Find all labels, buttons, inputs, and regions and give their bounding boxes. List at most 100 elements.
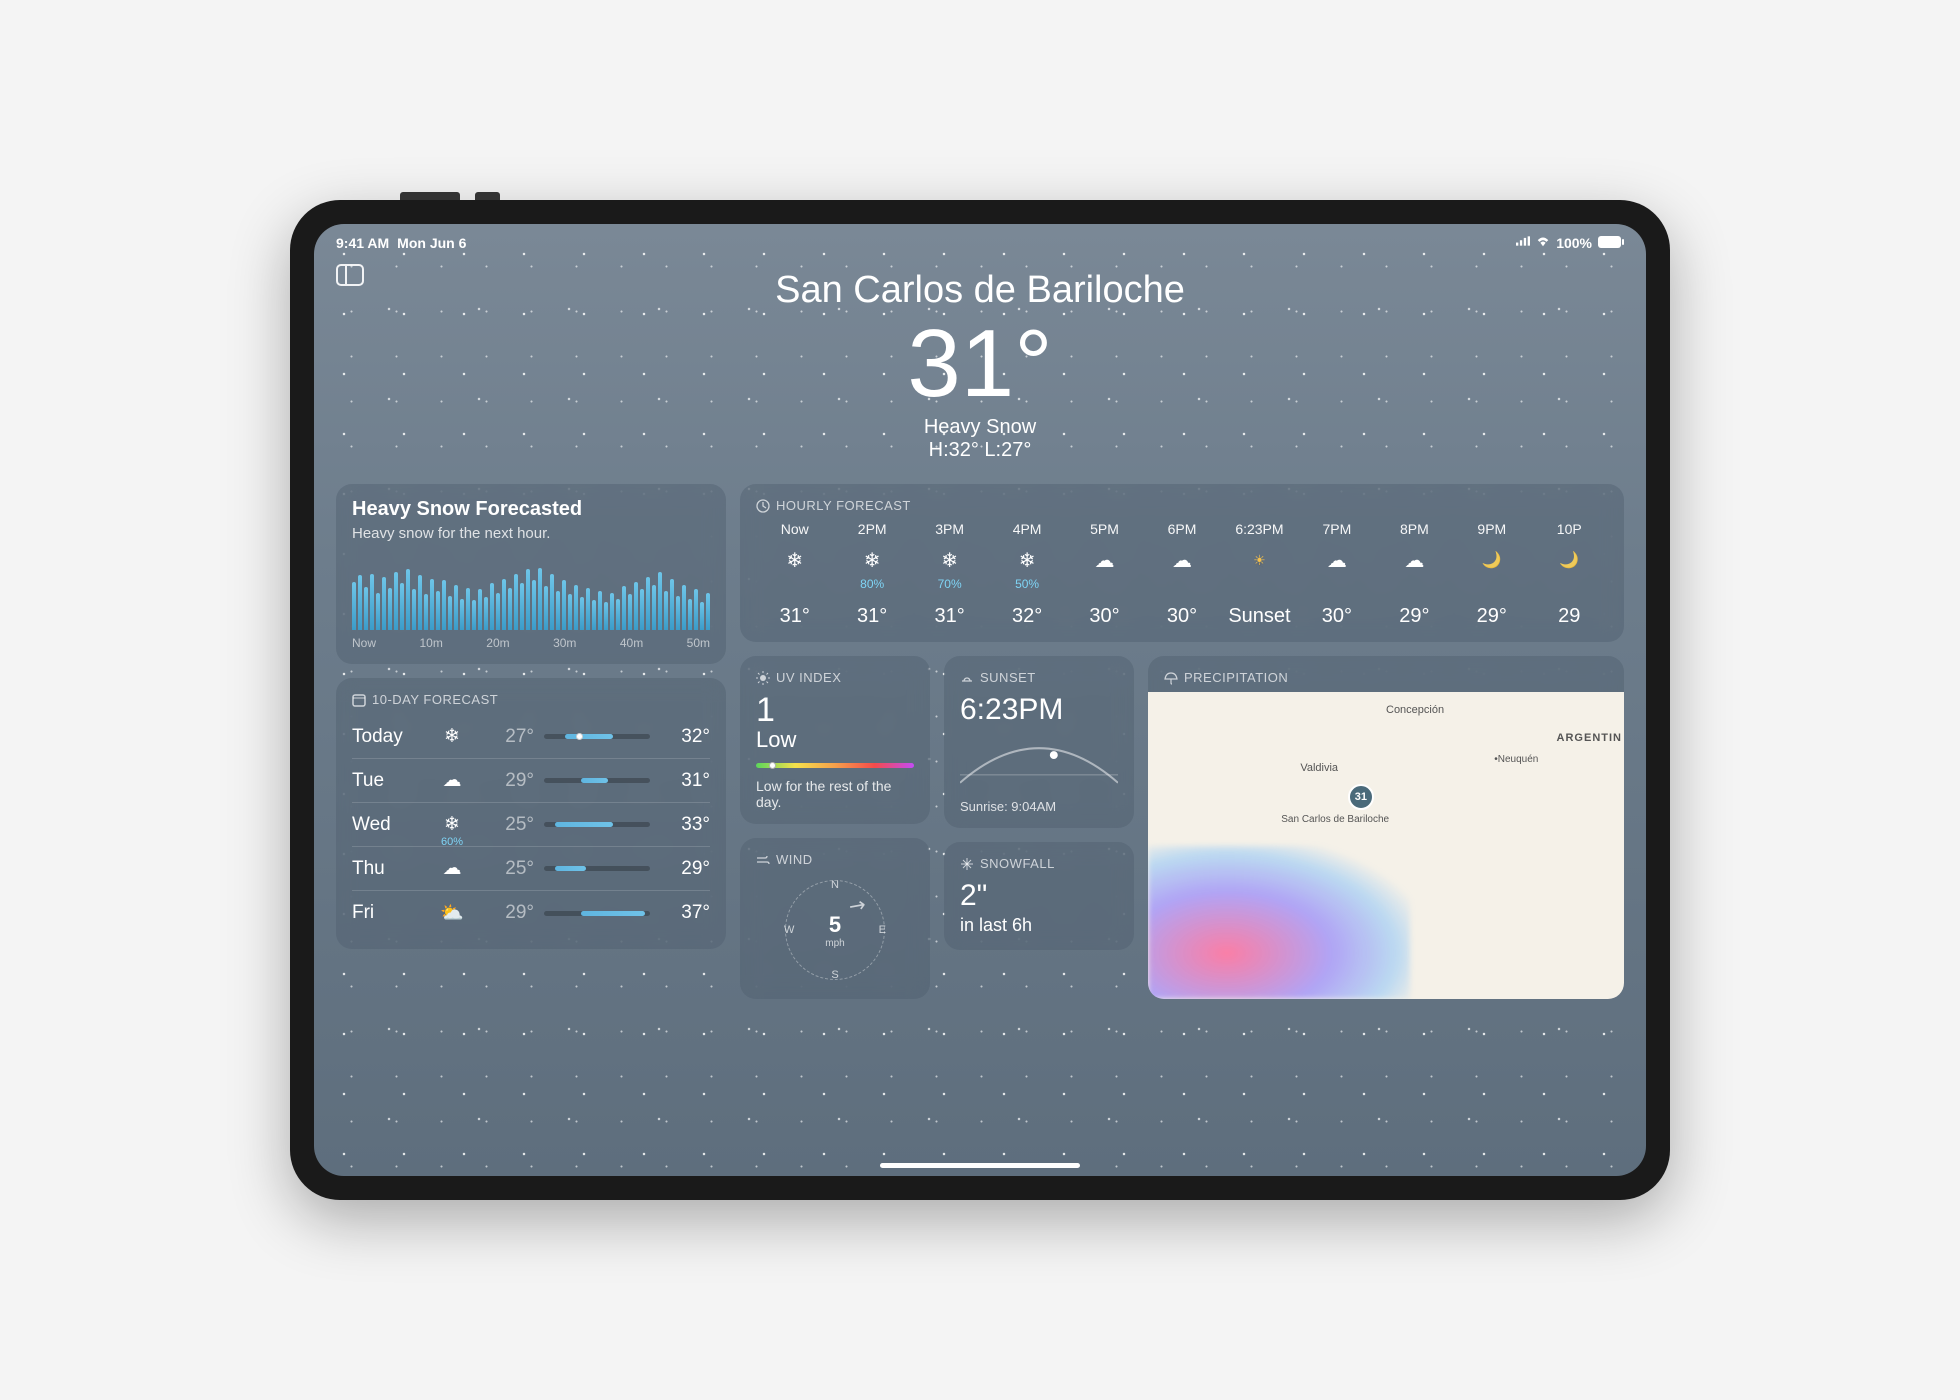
tenday-row[interactable]: Tue 29° 31° — [352, 758, 710, 802]
wind-speed: 5 — [825, 912, 844, 938]
uv-title: UV INDEX — [776, 670, 841, 685]
wifi-icon — [1536, 234, 1550, 251]
current-temperature: 31° — [314, 316, 1646, 412]
uv-label: Low — [756, 727, 914, 753]
home-indicator[interactable] — [880, 1163, 1080, 1168]
map-city-label: Valdivia — [1300, 762, 1338, 774]
tenday-title: 10-DAY FORECAST — [372, 692, 498, 707]
precip-bar — [544, 586, 548, 630]
precip-bar — [610, 593, 614, 630]
hourly-item[interactable]: 9PM 29° — [1453, 521, 1530, 628]
mooncloud-icon — [1298, 545, 1375, 575]
battery-percent: 100% — [1556, 235, 1592, 251]
precip-bar — [352, 582, 356, 630]
precip-bar — [478, 589, 482, 630]
precip-bar — [676, 596, 680, 630]
sidebar-toggle-button[interactable] — [336, 264, 364, 286]
hourly-item[interactable]: 4PM 50% 32° — [988, 521, 1065, 628]
precip-bar — [502, 579, 506, 630]
tenday-row[interactable]: Fri 29° 37° — [352, 890, 710, 935]
precip-bar — [436, 591, 440, 630]
precip-bar — [556, 591, 560, 630]
precip-bar — [382, 577, 386, 630]
wind-icon — [756, 853, 770, 867]
tenday-row[interactable]: Thu 25° 29° — [352, 846, 710, 890]
snowfall-label: in last 6h — [960, 915, 1118, 936]
cloud-icon — [430, 769, 474, 792]
precip-bar — [622, 586, 626, 630]
hourly-item[interactable]: 5PM 30° — [1066, 521, 1143, 628]
map-city-label: •Neuquén — [1494, 754, 1538, 765]
mooncloud-icon — [1376, 545, 1453, 575]
precip-bar — [688, 599, 692, 630]
precip-bar — [568, 594, 572, 630]
precip-bar — [466, 588, 470, 630]
snowfall-title: SNOWFALL — [980, 856, 1055, 871]
status-time: 9:41 AM — [336, 235, 389, 251]
precip-bar — [706, 593, 710, 630]
hourly-item[interactable]: 6:23PM Sunset — [1221, 521, 1298, 628]
tenday-row[interactable]: Today 27° 32° — [352, 715, 710, 758]
snowfall-card[interactable]: SNOWFALL 2" in last 6h — [944, 842, 1134, 950]
precip-bar — [400, 583, 404, 630]
hourly-item[interactable]: 3PM 70% 31° — [911, 521, 988, 628]
hourly-item[interactable]: 7PM 30° — [1298, 521, 1375, 628]
precip-bar — [490, 583, 494, 630]
sunset-arc — [960, 733, 1118, 793]
tenday-row[interactable]: Wed 60% 25° 33° — [352, 802, 710, 846]
precip-bar — [370, 574, 374, 630]
screen: 9:41 AM Mon Jun 6 100% San Carlos de Bar… — [314, 224, 1646, 1176]
precip-bar — [448, 596, 452, 630]
hourly-item[interactable]: 6PM 30° — [1143, 521, 1220, 628]
wind-unit: mph — [825, 938, 844, 949]
moon-icon — [1453, 545, 1530, 575]
precip-chart-axis: Now10m20m30m40m50m — [352, 636, 710, 650]
uv-value: 1 — [756, 693, 914, 727]
precip-bar — [664, 591, 668, 630]
clock-icon — [756, 499, 770, 513]
precip-bar — [562, 580, 566, 630]
current-condition: Heavy Snow — [314, 416, 1646, 439]
precip-bar — [388, 588, 392, 630]
snow-icon: 60% — [430, 813, 474, 836]
hourly-item[interactable]: Now 31° — [756, 521, 833, 628]
precip-bar — [592, 600, 596, 630]
sunset-card[interactable]: SUNSET 6:23PM Sunrise: 9:04AM — [944, 656, 1134, 828]
map-body[interactable]: Concepción Valdivia •Neuquén ARGENTIN 31… — [1148, 692, 1624, 999]
precip-bar — [514, 574, 518, 630]
battery-icon — [1598, 235, 1624, 251]
precip-bar — [652, 585, 656, 630]
snowfall-value: 2" — [960, 879, 1118, 913]
uv-scale-bar — [756, 763, 914, 768]
precip-bar — [394, 572, 398, 630]
precip-bar — [670, 579, 674, 630]
map-pin-label: San Carlos de Bariloche — [1281, 814, 1389, 825]
precip-bar — [628, 594, 632, 630]
sunset-time: 6:23PM — [960, 693, 1118, 727]
precip-bar — [538, 568, 542, 630]
precip-title: Heavy Snow Forecasted — [352, 498, 710, 521]
precip-bar — [364, 587, 368, 630]
precipmap-title: PRECIPITATION — [1184, 670, 1288, 685]
moon-icon — [1531, 545, 1608, 575]
precip-forecast-card[interactable]: Heavy Snow Forecasted Heavy snow for the… — [336, 484, 726, 664]
map-pin[interactable]: 31 — [1348, 784, 1374, 810]
uv-index-card[interactable]: UV INDEX 1 Low Low for the rest of the d… — [740, 656, 930, 824]
snow-icon — [911, 545, 988, 575]
wind-card[interactable]: WIND NSEW ↗ 5 mph — [740, 838, 930, 999]
hourly-item[interactable]: 8PM 29° — [1376, 521, 1453, 628]
status-date: Mon Jun 6 — [397, 235, 466, 251]
tenday-forecast-card[interactable]: 10-DAY FORECAST Today 27° 32°Tue 29° 31°… — [336, 678, 726, 949]
weather-header: San Carlos de Bariloche 31° Heavy Snow H… — [314, 251, 1646, 484]
sunset-title: SUNSET — [980, 670, 1036, 685]
snowflake-icon — [960, 857, 974, 871]
sun-icon — [756, 671, 770, 685]
map-city-label: Concepción — [1386, 704, 1444, 716]
hourly-item[interactable]: 2PM 80% 31° — [833, 521, 910, 628]
precip-bar — [700, 602, 704, 630]
hourly-item[interactable]: 10P 29 — [1531, 521, 1608, 628]
precipitation-map-card[interactable]: PRECIPITATION Concepción Valdivia •Neuqu… — [1148, 656, 1624, 999]
hourly-forecast-card[interactable]: HOURLY FORECAST Now 31°2PM 80% 31°3PM 70… — [740, 484, 1624, 642]
sunset-icon — [960, 671, 974, 685]
precip-bar — [574, 585, 578, 630]
